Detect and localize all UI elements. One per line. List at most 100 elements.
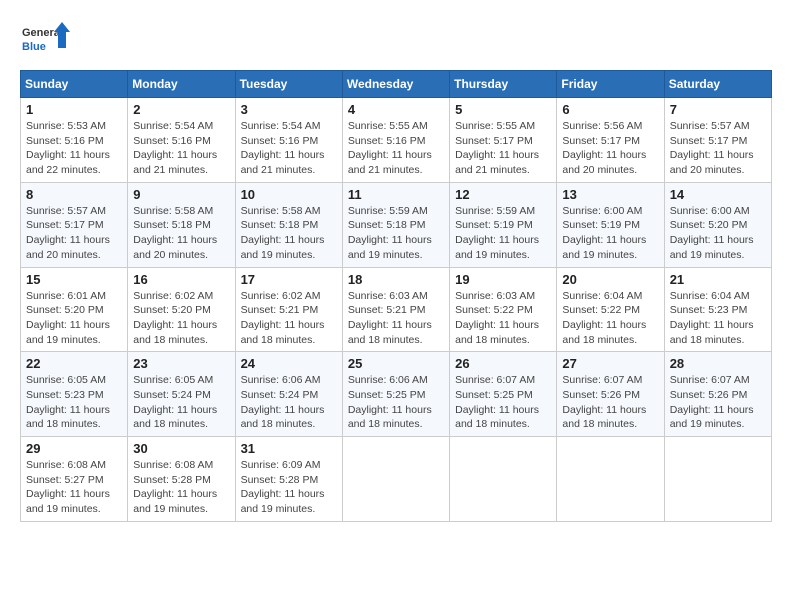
day-number: 18	[348, 272, 444, 287]
day-number: 5	[455, 102, 551, 117]
calendar-day-7: 7 Sunrise: 5:57 AM Sunset: 5:17 PM Daylig…	[664, 98, 771, 183]
day-info: Sunrise: 6:08 AM Sunset: 5:27 PM Dayligh…	[26, 458, 122, 517]
calendar-day-14: 14Sunrise: 6:00 AM Sunset: 5:20 PM Dayli…	[664, 182, 771, 267]
empty-cell	[450, 437, 557, 522]
calendar-day-16: 16 Sunrise: 6:02 AM Sunset: 5:20 PM Dayli…	[128, 267, 235, 352]
day-info: Sunrise: 5:57 AM Sunset: 5:17 PM Dayligh…	[670, 119, 766, 178]
day-number: 2	[133, 102, 229, 117]
calendar-day-6: 6 Sunrise: 5:56 AM Sunset: 5:17 PM Daylig…	[557, 98, 664, 183]
day-number: 17	[241, 272, 337, 287]
calendar-day-1: 1 Sunrise: 5:53 AM Sunset: 5:16 PM Daylig…	[21, 98, 128, 183]
day-number: 14	[670, 187, 766, 202]
empty-cell	[342, 437, 449, 522]
header-day-tuesday: Tuesday	[235, 71, 342, 98]
day-number: 25	[348, 356, 444, 371]
day-number: 1	[26, 102, 122, 117]
day-info: Sunrise: 6:08 AM Sunset: 5:28 PM Dayligh…	[133, 458, 229, 517]
header-day-saturday: Saturday	[664, 71, 771, 98]
day-number: 15	[26, 272, 122, 287]
calendar-day-28: 28 Sunrise: 6:07 AM Sunset: 5:26 PM Dayli…	[664, 352, 771, 437]
calendar-day-17: 17 Sunrise: 6:02 AM Sunset: 5:21 PM Dayli…	[235, 267, 342, 352]
day-info: Sunrise: 5:56 AM Sunset: 5:17 PM Dayligh…	[562, 119, 658, 178]
day-info: Sunrise: 5:53 AM Sunset: 5:16 PM Dayligh…	[26, 119, 122, 178]
calendar-day-2: 2 Sunrise: 5:54 AM Sunset: 5:16 PM Daylig…	[128, 98, 235, 183]
calendar-day-9: 9Sunrise: 5:58 AM Sunset: 5:18 PM Daylig…	[128, 182, 235, 267]
day-info: Sunrise: 5:59 AM Sunset: 5:18 PM Dayligh…	[348, 204, 444, 263]
calendar-day-13: 13Sunrise: 6:00 AM Sunset: 5:19 PM Dayli…	[557, 182, 664, 267]
day-number: 29	[26, 441, 122, 456]
calendar-day-31: 31Sunrise: 6:09 AM Sunset: 5:28 PM Dayli…	[235, 437, 342, 522]
calendar-day-23: 23 Sunrise: 6:05 AM Sunset: 5:24 PM Dayli…	[128, 352, 235, 437]
day-info: Sunrise: 6:01 AM Sunset: 5:20 PM Dayligh…	[26, 289, 122, 348]
day-number: 12	[455, 187, 551, 202]
day-number: 26	[455, 356, 551, 371]
day-number: 30	[133, 441, 229, 456]
calendar-day-18: 18Sunrise: 6:03 AM Sunset: 5:21 PM Dayli…	[342, 267, 449, 352]
day-info: Sunrise: 6:05 AM Sunset: 5:23 PM Dayligh…	[26, 373, 122, 432]
empty-cell	[664, 437, 771, 522]
calendar-week-1: 1 Sunrise: 5:53 AM Sunset: 5:16 PM Daylig…	[21, 98, 772, 183]
day-number: 27	[562, 356, 658, 371]
day-info: Sunrise: 6:04 AM Sunset: 5:23 PM Dayligh…	[670, 289, 766, 348]
day-info: Sunrise: 6:05 AM Sunset: 5:24 PM Dayligh…	[133, 373, 229, 432]
calendar-day-11: 11 Sunrise: 5:59 AM Sunset: 5:18 PM Dayli…	[342, 182, 449, 267]
day-info: Sunrise: 5:55 AM Sunset: 5:16 PM Dayligh…	[348, 119, 444, 178]
day-number: 3	[241, 102, 337, 117]
day-number: 9	[133, 187, 229, 202]
calendar-day-20: 20Sunrise: 6:04 AM Sunset: 5:22 PM Dayli…	[557, 267, 664, 352]
day-info: Sunrise: 6:06 AM Sunset: 5:24 PM Dayligh…	[241, 373, 337, 432]
calendar-header-row: SundayMondayTuesdayWednesdayThursdayFrid…	[21, 71, 772, 98]
day-number: 31	[241, 441, 337, 456]
calendar-day-12: 12 Sunrise: 5:59 AM Sunset: 5:19 PM Dayli…	[450, 182, 557, 267]
header-day-monday: Monday	[128, 71, 235, 98]
calendar-day-5: 5 Sunrise: 5:55 AM Sunset: 5:17 PM Daylig…	[450, 98, 557, 183]
calendar-day-26: 26 Sunrise: 6:07 AM Sunset: 5:25 PM Dayli…	[450, 352, 557, 437]
header-day-sunday: Sunday	[21, 71, 128, 98]
calendar-day-15: 15 Sunrise: 6:01 AM Sunset: 5:20 PM Dayli…	[21, 267, 128, 352]
calendar-day-30: 30 Sunrise: 6:08 AM Sunset: 5:28 PM Dayli…	[128, 437, 235, 522]
calendar-table: SundayMondayTuesdayWednesdayThursdayFrid…	[20, 70, 772, 522]
svg-text:Blue: Blue	[22, 41, 46, 53]
calendar-day-25: 25 Sunrise: 6:06 AM Sunset: 5:25 PM Dayli…	[342, 352, 449, 437]
calendar-day-27: 27Sunrise: 6:07 AM Sunset: 5:26 PM Dayli…	[557, 352, 664, 437]
calendar-day-22: 22 Sunrise: 6:05 AM Sunset: 5:23 PM Dayli…	[21, 352, 128, 437]
empty-cell	[557, 437, 664, 522]
day-number: 13	[562, 187, 658, 202]
header-day-friday: Friday	[557, 71, 664, 98]
day-info: Sunrise: 6:07 AM Sunset: 5:25 PM Dayligh…	[455, 373, 551, 432]
day-number: 21	[670, 272, 766, 287]
day-info: Sunrise: 6:03 AM Sunset: 5:22 PM Dayligh…	[455, 289, 551, 348]
day-info: Sunrise: 6:02 AM Sunset: 5:20 PM Dayligh…	[133, 289, 229, 348]
header-day-wednesday: Wednesday	[342, 71, 449, 98]
calendar-day-10: 10Sunrise: 5:58 AM Sunset: 5:18 PM Dayli…	[235, 182, 342, 267]
calendar-day-24: 24 Sunrise: 6:06 AM Sunset: 5:24 PM Dayli…	[235, 352, 342, 437]
day-info: Sunrise: 5:57 AM Sunset: 5:17 PM Dayligh…	[26, 204, 122, 263]
day-number: 11	[348, 187, 444, 202]
calendar-week-4: 22 Sunrise: 6:05 AM Sunset: 5:23 PM Dayli…	[21, 352, 772, 437]
calendar-day-3: 3Sunrise: 5:54 AM Sunset: 5:16 PM Daylig…	[235, 98, 342, 183]
day-info: Sunrise: 6:02 AM Sunset: 5:21 PM Dayligh…	[241, 289, 337, 348]
header-day-thursday: Thursday	[450, 71, 557, 98]
day-number: 28	[670, 356, 766, 371]
calendar-day-8: 8Sunrise: 5:57 AM Sunset: 5:17 PM Daylig…	[21, 182, 128, 267]
day-info: Sunrise: 5:55 AM Sunset: 5:17 PM Dayligh…	[455, 119, 551, 178]
day-number: 23	[133, 356, 229, 371]
day-number: 16	[133, 272, 229, 287]
calendar-day-21: 21 Sunrise: 6:04 AM Sunset: 5:23 PM Dayli…	[664, 267, 771, 352]
day-info: Sunrise: 6:06 AM Sunset: 5:25 PM Dayligh…	[348, 373, 444, 432]
day-info: Sunrise: 5:59 AM Sunset: 5:19 PM Dayligh…	[455, 204, 551, 263]
day-number: 20	[562, 272, 658, 287]
day-number: 6	[562, 102, 658, 117]
day-number: 24	[241, 356, 337, 371]
logo-svg: General Blue	[20, 20, 70, 60]
calendar-day-29: 29 Sunrise: 6:08 AM Sunset: 5:27 PM Dayli…	[21, 437, 128, 522]
page-header: General Blue	[20, 20, 772, 60]
day-info: Sunrise: 6:07 AM Sunset: 5:26 PM Dayligh…	[670, 373, 766, 432]
day-info: Sunrise: 5:58 AM Sunset: 5:18 PM Dayligh…	[241, 204, 337, 263]
calendar-week-2: 8Sunrise: 5:57 AM Sunset: 5:17 PM Daylig…	[21, 182, 772, 267]
day-number: 22	[26, 356, 122, 371]
day-info: Sunrise: 5:54 AM Sunset: 5:16 PM Dayligh…	[133, 119, 229, 178]
calendar-week-3: 15 Sunrise: 6:01 AM Sunset: 5:20 PM Dayli…	[21, 267, 772, 352]
day-number: 7	[670, 102, 766, 117]
logo: General Blue	[20, 20, 70, 60]
